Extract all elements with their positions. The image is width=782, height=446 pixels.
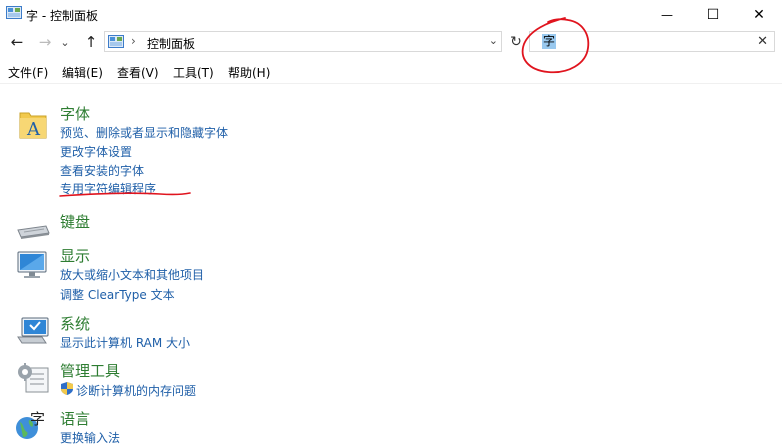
refresh-button[interactable]: ↻: [505, 31, 527, 52]
category-title-admin-tools[interactable]: 管理工具: [60, 360, 120, 381]
back-arrow-icon: ←: [10, 33, 24, 51]
menu-help[interactable]: 帮助(H): [228, 64, 270, 81]
back-button[interactable]: ←: [6, 32, 28, 52]
menu-view[interactable]: 查看(V): [117, 64, 159, 81]
menu-divider: [0, 83, 782, 84]
chevron-down-icon: ⌄: [60, 35, 70, 49]
category-title-language[interactable]: 语言: [60, 408, 90, 429]
up-button[interactable]: ↑: [80, 32, 102, 52]
fonts-folder-icon: A: [19, 112, 47, 140]
recent-locations-button[interactable]: ⌄: [58, 32, 72, 52]
link-preview-fonts[interactable]: 预览、删除或者显示和隐藏字体: [60, 124, 228, 141]
link-change-input-method[interactable]: 更换输入法: [60, 429, 120, 446]
menu-tools[interactable]: 工具(T): [173, 64, 214, 81]
search-box[interactable]: 字 ✕: [529, 31, 775, 52]
svg-text:A: A: [26, 119, 41, 140]
link-cleartype[interactable]: 调整 ClearType 文本: [60, 286, 175, 303]
forward-button[interactable]: →: [34, 32, 56, 52]
system-computer-icon: [17, 317, 49, 344]
category-title-display[interactable]: 显示: [60, 245, 90, 266]
maximize-icon: ☐: [706, 7, 720, 23]
address-dropdown-icon[interactable]: ⌄: [489, 34, 498, 47]
forward-arrow-icon: →: [38, 33, 52, 51]
keyboard-icon: [17, 225, 50, 239]
menu-edit[interactable]: 编辑(E): [62, 64, 103, 81]
clear-search-icon[interactable]: ✕: [757, 34, 768, 49]
menu-file[interactable]: 文件(F): [8, 64, 48, 81]
title-bar: 字 - 控制面板 — ☐ ✕: [0, 0, 782, 30]
refresh-icon: ↻: [510, 33, 522, 50]
address-bar[interactable]: › 控制面板 ⌄: [104, 31, 502, 52]
breadcrumb-separator-icon: ›: [131, 34, 136, 48]
link-memory-diagnostics[interactable]: 诊断计算机的内存问题: [76, 382, 196, 399]
navigation-bar: ← → ⌄ ↑ › 控制面板 ⌄ ↻ 字 ✕: [0, 30, 782, 54]
control-panel-icon: [108, 35, 124, 48]
link-private-character-editor[interactable]: 专用字符编辑程序: [60, 180, 156, 197]
admin-tools-icon: [18, 363, 49, 393]
category-title-system[interactable]: 系统: [60, 313, 90, 334]
menu-bar: 文件(F) 编辑(E) 查看(V) 工具(T) 帮助(H): [0, 62, 782, 82]
window-title: 字 - 控制面板: [26, 9, 98, 23]
maximize-button[interactable]: ☐: [690, 0, 736, 30]
language-globe-icon: 字: [16, 410, 45, 439]
link-view-installed-fonts[interactable]: 查看安装的字体: [60, 162, 144, 179]
uac-shield-icon: [61, 382, 73, 395]
minimize-icon: —: [661, 8, 673, 22]
category-title-keyboard[interactable]: 键盘: [60, 211, 90, 232]
close-icon: ✕: [753, 7, 765, 23]
breadcrumb-control-panel[interactable]: 控制面板: [147, 35, 195, 52]
link-view-ram[interactable]: 显示此计算机 RAM 大小: [60, 334, 190, 351]
minimize-button[interactable]: —: [644, 0, 690, 30]
close-button[interactable]: ✕: [736, 0, 782, 30]
up-arrow-icon: ↑: [84, 33, 98, 51]
svg-text:字: 字: [30, 410, 45, 428]
control-panel-icon: [6, 6, 22, 19]
link-scale-text[interactable]: 放大或缩小文本和其他项目: [60, 266, 204, 283]
category-title-fonts[interactable]: 字体: [60, 103, 90, 124]
search-input[interactable]: 字: [542, 34, 557, 49]
display-monitor-icon: [17, 251, 47, 278]
link-change-font-settings[interactable]: 更改字体设置: [60, 143, 132, 160]
